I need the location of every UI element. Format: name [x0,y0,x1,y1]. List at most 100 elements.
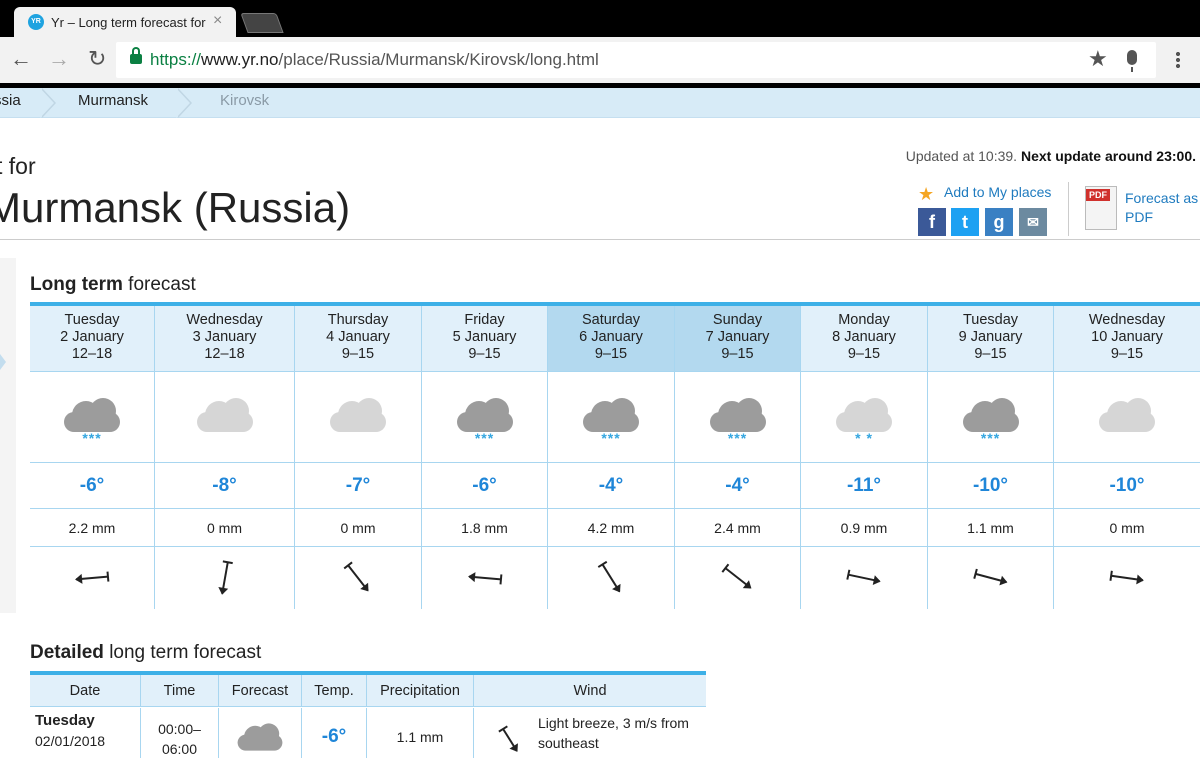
precipitation: 2.2 mm [30,509,154,547]
column-header-temp: Temp. [302,675,367,707]
page-title: Murmansk (Russia) [0,184,351,231]
row-date: 02/01/2018 [35,733,106,749]
wind-arrow-icon [502,728,518,752]
header-divider [0,239,1200,240]
forward-icon[interactable]: → [48,46,70,72]
page-subtitle: t for [0,153,36,179]
microphone-icon[interactable] [1127,50,1137,72]
forecast-day-column[interactable]: Wednesday 3 January 12–18 -8° 0 mm [155,306,295,609]
row-precip: 1.1 mm [367,708,474,758]
temperature: -8° [155,463,294,509]
snow-cloud-icon [961,398,1021,432]
day-weekday: Tuesday [962,312,1019,328]
bookmark-star-icon[interactable]: ★ [1088,46,1108,72]
breadcrumb-item-russia[interactable]: ssia [0,92,21,109]
facebook-icon[interactable]: f [918,208,946,236]
day-header[interactable]: Saturday 6 January 9–15 [548,306,674,372]
wind-arrow-icon [75,575,109,581]
reload-icon[interactable]: ↻ [88,46,106,72]
day-header[interactable]: Tuesday 2 January 12–18 [30,306,154,372]
breadcrumb-separator [40,88,62,118]
new-tab-button[interactable] [240,13,284,33]
cloud-icon [236,723,284,751]
temperature: -11° [801,463,927,509]
weather-icon-cell [1054,372,1200,463]
day-header[interactable]: Wednesday 10 January 9–15 [1054,306,1200,372]
wind-arrow-icon [974,572,1007,584]
back-icon[interactable]: ← [10,46,32,72]
more-menu-icon[interactable] [1176,51,1180,69]
add-to-my-places-link[interactable]: Add to My places [944,184,1051,200]
cloud-icon [195,398,255,432]
pdf-icon[interactable]: PDF [1085,186,1117,230]
column-header-date: Date [30,675,141,707]
weather-icon-cell: *** [422,372,547,463]
wind-cell [422,547,547,609]
url-text[interactable]: https://www.yr.no/place/Russia/Murmansk/… [150,50,599,70]
breadcrumb: ssia Murmansk Kirovsk [0,88,1200,118]
email-icon[interactable]: ✉ [1019,208,1047,236]
breadcrumb-item-murmansk[interactable]: Murmansk [78,92,148,109]
row-wind-text: Light breeze, 3 m/s from southeast [538,713,689,753]
row-date-cell: Tuesday 02/01/2018 [30,708,141,758]
day-header[interactable]: Wednesday 3 January 12–18 [155,306,294,372]
twitter-icon[interactable]: t [951,208,979,236]
snowflake-icon: *** [601,430,621,446]
update-status: Updated at 10:39. Next update around 23:… [906,148,1196,164]
precipitation: 0 mm [1054,509,1200,547]
breadcrumb-separator [176,88,198,118]
browser-toolbar: ← → ↻ https://www.yr.no/place/Russia/Mur… [0,37,1200,83]
precipitation: 0 mm [155,509,294,547]
wind-arrow-icon [347,564,369,592]
tab-title: Yr – Long term forecast for [51,15,206,30]
day-header[interactable]: Monday 8 January 9–15 [801,306,927,372]
precipitation: 1.1 mm [928,509,1053,547]
forecast-day-column[interactable]: Saturday 6 January 9–15 *** -4° 4.2 mm [548,306,675,609]
temperature: -6° [422,463,547,509]
snowflake-icon: *** [474,430,495,446]
temperature: -10° [928,463,1053,509]
browser-tabstrip: YR Yr – Long term forecast for × [0,0,1200,37]
weather-icon-cell: *** [675,372,800,463]
column-header-time: Time [141,675,219,707]
forecast-day-column[interactable]: Tuesday 2 January 12–18 *** -6° 2.2 mm [30,306,155,609]
day-hours: 9–15 [1110,346,1144,362]
day-hours: 9–15 [847,346,881,362]
day-hours: 12–18 [204,346,245,362]
day-header[interactable]: Sunday 7 January 9–15 [675,306,800,372]
day-hours: 12–18 [71,346,113,362]
browser-tab[interactable]: YR Yr – Long term forecast for × [14,7,236,37]
forecast-day-column[interactable]: Friday 5 January 9–15 *** -6° 1.8 mm [422,306,548,609]
weather-icon-cell [155,372,294,463]
column-header-wind: Wind [474,675,706,707]
day-weekday: Saturday [581,312,641,328]
precipitation: 2.4 mm [675,509,800,547]
forecast-pdf-link[interactable]: Forecast as PDF [1125,189,1198,227]
forecast-day-column[interactable]: Thursday 4 January 9–15 -7° 0 mm [295,306,422,609]
forecast-day-column[interactable]: Sunday 7 January 9–15 *** -4° 2.4 mm [675,306,801,609]
close-icon[interactable]: × [213,12,222,30]
favorite-star-icon[interactable]: ★ [918,184,934,205]
weather-icon-cell: *** [548,372,674,463]
detailed-table: Date Time Forecast Temp. Precipitation W… [30,671,706,758]
forecast-day-column[interactable]: Tuesday 9 January 9–15 *** -10° 1.1 mm [928,306,1054,609]
forecast-day-column[interactable]: Wednesday 10 January 9–15 -10° 0 mm [1054,306,1200,609]
day-header[interactable]: Friday 5 January 9–15 [422,306,547,372]
temperature: -10° [1054,463,1200,509]
day-header[interactable]: Tuesday 9 January 9–15 [928,306,1053,372]
day-header[interactable]: Thursday 4 January 9–15 [295,306,421,372]
side-panel-arrow-icon[interactable] [0,354,6,370]
day-date: 3 January [192,329,257,345]
day-weekday: Tuesday [64,312,120,328]
wind-cell [801,547,927,609]
wind-cell [295,547,421,609]
wind-arrow-icon [848,573,880,583]
forecast-day-column[interactable]: Monday 8 January 9–15 * * -11° 0.9 mm [801,306,928,609]
day-date: 6 January [579,329,643,345]
row-temp: -6° [302,708,367,758]
long-term-title-rest: forecast [122,274,196,295]
wind-cell [30,547,154,609]
day-hours: 9–15 [974,346,1007,362]
google-plus-icon[interactable]: g [985,208,1013,236]
day-weekday: Sunday [712,312,763,328]
